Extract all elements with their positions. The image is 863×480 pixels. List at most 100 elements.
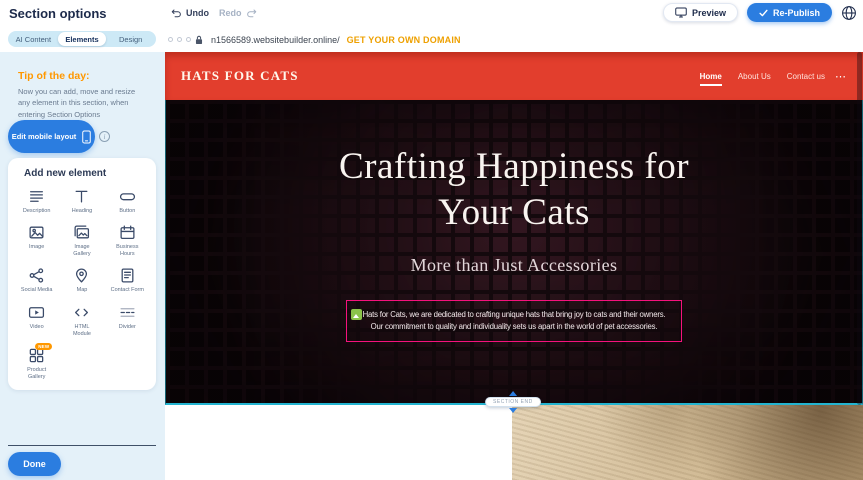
hero-paragraph-text: Hats for Cats, we are dedicated to craft… <box>363 310 666 331</box>
hero-section[interactable]: Crafting Happiness for Your Cats More th… <box>165 100 863 405</box>
add-element-panel: Add new element Description Heading Button… <box>8 158 156 390</box>
element-label: Divider <box>119 324 136 331</box>
element-business-hours[interactable]: Business Hours <box>105 224 150 258</box>
redo-label: Redo <box>219 8 242 18</box>
section-resize-handle[interactable]: SECTION END <box>485 391 541 413</box>
element-social-media[interactable]: Social Media <box>14 267 59 294</box>
element-image[interactable]: Image <box>14 224 59 258</box>
check-icon <box>759 9 768 17</box>
panel-tabs: AI ContentElementsDesign <box>8 31 156 47</box>
app-topbar: Section options Undo Redo Preview Re-Pub <box>0 0 863 26</box>
nav-home[interactable]: Home <box>700 72 722 81</box>
business-hours-icon <box>119 224 136 241</box>
window-dot <box>168 37 173 42</box>
element-heading[interactable]: Heading <box>59 188 104 215</box>
get-domain-link[interactable]: GET YOUR OWN DOMAIN <box>347 35 461 45</box>
browser-url-bar: n1566589.websitebuilder.online/ GET YOUR… <box>168 33 461 46</box>
smartphone-icon <box>82 130 91 144</box>
tab-design[interactable]: Design <box>106 32 155 46</box>
element-label: Map <box>77 287 88 294</box>
site-logo[interactable]: HATS FOR CATS <box>181 68 299 84</box>
new-badge: NEW <box>35 343 52 350</box>
social-media-icon <box>28 267 45 284</box>
tab-ai-content[interactable]: AI Content <box>9 32 58 46</box>
element-label: Image Gallery <box>65 244 99 258</box>
section-handle-label: SECTION END <box>485 397 541 407</box>
nav-contact-us[interactable]: Contact us <box>787 72 825 81</box>
element-label: Video <box>30 324 44 331</box>
element-video[interactable]: Video <box>14 304 59 338</box>
element-label: HTML Module <box>65 324 99 338</box>
page-title: Section options <box>9 6 107 21</box>
element-html-module[interactable]: HTML Module <box>59 304 104 338</box>
arrow-down-icon <box>509 408 517 413</box>
element-map[interactable]: Map <box>59 267 104 294</box>
element-label: Image <box>29 244 44 251</box>
lock-icon <box>195 35 203 45</box>
next-section[interactable] <box>165 405 863 480</box>
contact-form-icon <box>119 267 136 284</box>
image-gallery-icon <box>73 224 90 241</box>
scrollbar-thumb[interactable] <box>857 52 862 405</box>
divider-icon <box>119 304 136 321</box>
element-description[interactable]: Description <box>14 188 59 215</box>
tip-body: Now you can add, move and resize any ele… <box>18 86 145 120</box>
hero-paragraph[interactable]: Hats for Cats, we are dedicated to craft… <box>346 300 682 343</box>
republish-label: Re-Publish <box>773 8 820 18</box>
arrow-up-icon <box>509 391 517 396</box>
done-button[interactable]: Done <box>8 452 61 476</box>
element-label: Heading <box>72 208 93 215</box>
edit-mobile-label: Edit mobile layout <box>12 132 77 141</box>
button-icon <box>119 188 136 205</box>
element-contact-form[interactable]: Contact Form <box>105 267 150 294</box>
element-button[interactable]: Button <box>105 188 150 215</box>
undo-label: Undo <box>186 8 209 18</box>
hero-heading[interactable]: Crafting Happiness for Your Cats <box>299 144 729 237</box>
republish-button[interactable]: Re-Publish <box>747 3 832 22</box>
site-preview-canvas: HATS FOR CATS Home About Us Contact us ⋯ C… <box>165 52 863 480</box>
html-module-icon <box>73 304 90 321</box>
tip-title: Tip of the day: <box>18 70 147 82</box>
topbar-actions: Preview Re-Publish <box>663 3 857 22</box>
site-header[interactable]: HATS FOR CATS Home About Us Contact us ⋯ <box>165 52 863 100</box>
next-section-image[interactable] <box>512 405 863 480</box>
site-nav: Home About Us Contact us <box>700 72 825 81</box>
redo-icon <box>246 8 257 18</box>
nav-about-us[interactable]: About Us <box>738 72 771 81</box>
window-dot <box>177 37 182 42</box>
element-label: Product Gallery <box>20 367 54 381</box>
element-image-gallery[interactable]: Image Gallery <box>59 224 104 258</box>
heading-icon <box>73 188 90 205</box>
element-divider[interactable]: Divider <box>105 304 150 338</box>
undo-redo-group: Undo Redo <box>171 0 257 26</box>
element-label: Business Hours <box>110 244 144 258</box>
element-label: Description <box>23 208 51 215</box>
map-pin-icon <box>73 267 90 284</box>
globe-icon <box>841 5 857 21</box>
undo-icon <box>171 8 182 18</box>
image-icon <box>28 224 45 241</box>
edit-mobile-layout-button[interactable]: Edit mobile layout <box>8 120 95 153</box>
element-label: Contact Form <box>111 287 144 294</box>
element-product-gallery[interactable]: Product GalleryNEW <box>14 347 59 381</box>
site-url: n1566589.websitebuilder.online/ <box>211 35 340 45</box>
nav-more-button[interactable]: ⋯ <box>835 70 847 83</box>
sidebar: Tip of the day: Now you can add, move an… <box>0 52 165 480</box>
panel-title: Add new element <box>24 168 150 179</box>
monitor-icon <box>675 7 687 18</box>
hero-subheading[interactable]: More than Just Accessories <box>411 255 618 276</box>
language-globe-button[interactable] <box>841 5 857 21</box>
image-placeholder-icon <box>351 309 362 320</box>
element-grid: Description Heading Button Image Image Galle… <box>14 188 150 381</box>
preview-label: Preview <box>692 8 726 18</box>
info-button[interactable]: i <box>99 131 110 142</box>
redo-button[interactable]: Redo <box>219 8 257 18</box>
video-icon <box>28 304 45 321</box>
element-label: Button <box>119 208 135 215</box>
preview-button[interactable]: Preview <box>663 3 738 22</box>
description-icon <box>28 188 45 205</box>
undo-button[interactable]: Undo <box>171 8 209 18</box>
element-label: Social Media <box>21 287 53 294</box>
tab-elements[interactable]: Elements <box>58 32 107 46</box>
sidebar-divider <box>8 445 156 446</box>
